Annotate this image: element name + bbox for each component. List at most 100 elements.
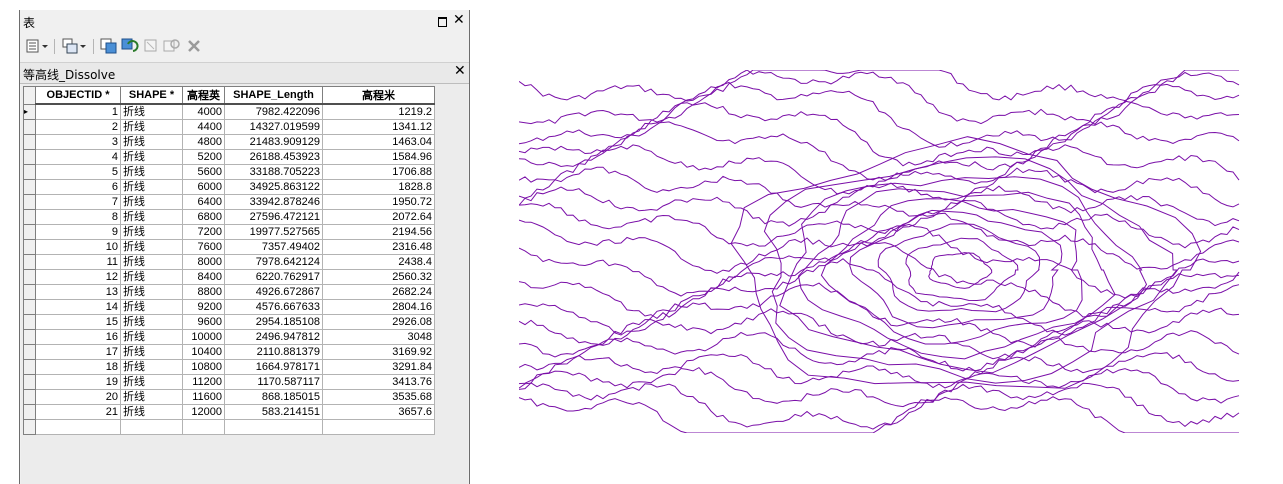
cell-elevation-m[interactable]: 3048 — [322, 329, 435, 345]
row-selector[interactable] — [23, 134, 36, 150]
cell-shape-length[interactable]: 2110.881379 — [224, 344, 323, 360]
cell-elevation-m[interactable]: 3169.92 — [322, 344, 435, 360]
row-selector[interactable] — [23, 299, 36, 315]
cell-elevation-ft[interactable]: 10400 — [182, 344, 225, 360]
cell-elevation-ft[interactable]: 12000 — [182, 404, 225, 420]
cell-elevation-m[interactable]: 1463.04 — [322, 134, 435, 150]
cell-elevation-ft[interactable]: 4800 — [182, 134, 225, 150]
cell-objectid[interactable]: 17 — [35, 344, 121, 360]
row-selector[interactable] — [23, 164, 36, 180]
cell-elevation-ft[interactable]: 4000 — [182, 103, 225, 120]
row-selector[interactable] — [23, 209, 36, 225]
table-row[interactable]: 9 折线 7200 19977.527565 2194.56 — [23, 224, 435, 240]
cell-shape-length[interactable]: 34925.863122 — [224, 179, 323, 195]
cell-elevation-m[interactable]: 1341.12 — [322, 119, 435, 135]
cell-elevation-ft[interactable]: 9600 — [182, 314, 225, 330]
cell-shape-length[interactable]: 1664.978171 — [224, 359, 323, 375]
close-icon[interactable]: ✕ — [454, 63, 466, 79]
column-header-shape-length[interactable]: SHAPE_Length — [224, 86, 323, 105]
cell-shape[interactable]: 折线 — [120, 209, 183, 225]
cell-shape[interactable]: 折线 — [120, 374, 183, 390]
table-row[interactable]: 6 折线 6000 34925.863122 1828.8 — [23, 179, 435, 195]
row-selector[interactable] — [23, 119, 36, 135]
cell-shape-length[interactable]: 26188.453923 — [224, 149, 323, 165]
row-selector[interactable]: ▸ — [23, 103, 36, 120]
column-header-objectid[interactable]: OBJECTID * — [35, 86, 121, 105]
cell-elevation-m[interactable]: 1219.2 — [322, 103, 435, 120]
cell-elevation-ft[interactable]: 11200 — [182, 374, 225, 390]
cell-shape[interactable]: 折线 — [120, 269, 183, 285]
table-row[interactable]: 10 折线 7600 7357.49402 2316.48 — [23, 239, 435, 255]
cell-elevation-ft[interactable]: 8800 — [182, 284, 225, 300]
cell-elevation-ft[interactable]: 6800 — [182, 209, 225, 225]
cell-shape[interactable]: 折线 — [120, 103, 183, 120]
cell-elevation-m[interactable]: 2438.4 — [322, 254, 435, 270]
cell-elevation-m[interactable]: 1706.88 — [322, 164, 435, 180]
cell-elevation-m[interactable]: 2316.48 — [322, 239, 435, 255]
cell-objectid[interactable]: 18 — [35, 359, 121, 375]
row-selector[interactable] — [23, 344, 36, 360]
column-header-shape[interactable]: SHAPE * — [120, 86, 183, 105]
empty-cell[interactable] — [120, 419, 183, 435]
cell-elevation-m[interactable]: 3291.84 — [322, 359, 435, 375]
cell-objectid[interactable]: 8 — [35, 209, 121, 225]
cell-elevation-m[interactable]: 2560.32 — [322, 269, 435, 285]
related-tables-icon[interactable] — [62, 38, 88, 54]
cell-shape[interactable]: 折线 — [120, 314, 183, 330]
cell-shape[interactable]: 折线 — [120, 239, 183, 255]
cell-objectid[interactable]: 1 — [35, 103, 121, 120]
cell-objectid[interactable]: 7 — [35, 194, 121, 210]
table-row[interactable]: 3 折线 4800 21483.909129 1463.04 — [23, 134, 435, 150]
cell-elevation-ft[interactable]: 6000 — [182, 179, 225, 195]
cell-elevation-ft[interactable]: 6400 — [182, 194, 225, 210]
row-selector[interactable] — [23, 254, 36, 270]
cell-shape-length[interactable]: 33188.705223 — [224, 164, 323, 180]
cell-objectid[interactable]: 13 — [35, 284, 121, 300]
table-row[interactable]: 19 折线 11200 1170.587117 3413.76 — [23, 374, 435, 390]
cell-elevation-ft[interactable]: 7200 — [182, 224, 225, 240]
cell-shape-length[interactable]: 868.185015 — [224, 389, 323, 405]
cell-shape[interactable]: 折线 — [120, 344, 183, 360]
table-row[interactable]: 13 折线 8800 4926.672867 2682.24 — [23, 284, 435, 300]
cell-objectid[interactable]: 6 — [35, 179, 121, 195]
cell-objectid[interactable]: 5 — [35, 164, 121, 180]
column-header-elevation-m[interactable]: 高程米 — [322, 86, 435, 105]
cell-elevation-ft[interactable]: 8000 — [182, 254, 225, 270]
maximize-icon[interactable] — [438, 17, 447, 27]
table-options-icon[interactable] — [26, 38, 50, 54]
cell-shape-length[interactable]: 7978.642124 — [224, 254, 323, 270]
cell-objectid[interactable]: 11 — [35, 254, 121, 270]
row-selector[interactable] — [23, 284, 36, 300]
row-selector[interactable] — [23, 269, 36, 285]
table-row[interactable]: 14 折线 9200 4576.667633 2804.16 — [23, 299, 435, 315]
row-selector[interactable] — [23, 419, 36, 435]
column-header-elevation-ft[interactable]: 高程英 — [182, 86, 225, 105]
table-row[interactable]: 20 折线 11600 868.185015 3535.68 — [23, 389, 435, 405]
empty-cell[interactable] — [224, 419, 323, 435]
row-selector[interactable] — [23, 239, 36, 255]
cell-objectid[interactable]: 15 — [35, 314, 121, 330]
cell-shape[interactable]: 折线 — [120, 284, 183, 300]
cell-shape[interactable]: 折线 — [120, 404, 183, 420]
cell-shape[interactable]: 折线 — [120, 299, 183, 315]
row-selector[interactable] — [23, 404, 36, 420]
cell-shape[interactable]: 折线 — [120, 119, 183, 135]
cell-objectid[interactable]: 21 — [35, 404, 121, 420]
cell-elevation-ft[interactable]: 10000 — [182, 329, 225, 345]
table-row[interactable]: 18 折线 10800 1664.978171 3291.84 — [23, 359, 435, 375]
cell-objectid[interactable]: 4 — [35, 149, 121, 165]
cell-shape[interactable]: 折线 — [120, 389, 183, 405]
cell-shape-length[interactable]: 19977.527565 — [224, 224, 323, 240]
table-row[interactable]: 7 折线 6400 33942.878246 1950.72 — [23, 194, 435, 210]
cell-objectid[interactable]: 16 — [35, 329, 121, 345]
cell-shape-length[interactable]: 7982.422096 — [224, 103, 323, 120]
cell-shape[interactable]: 折线 — [120, 134, 183, 150]
cell-objectid[interactable]: 2 — [35, 119, 121, 135]
cell-shape[interactable]: 折线 — [120, 149, 183, 165]
table-row[interactable]: 5 折线 5600 33188.705223 1706.88 — [23, 164, 435, 180]
cell-objectid[interactable]: 9 — [35, 224, 121, 240]
cell-shape-length[interactable]: 4926.672867 — [224, 284, 323, 300]
clear-selection-icon[interactable] — [143, 38, 159, 54]
cell-elevation-m[interactable]: 1828.8 — [322, 179, 435, 195]
cell-shape[interactable]: 折线 — [120, 164, 183, 180]
